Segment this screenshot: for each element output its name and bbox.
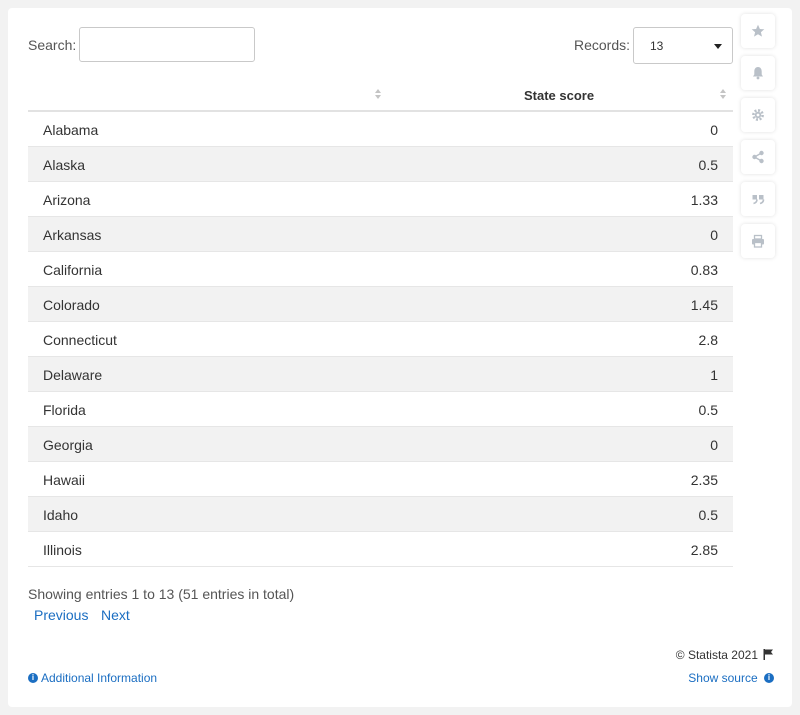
- next-link[interactable]: Next: [101, 607, 130, 623]
- chevron-down-icon: [714, 44, 722, 49]
- pagination-info: Showing entries 1 to 13 (51 entries in t…: [28, 586, 295, 602]
- state-cell: Illinois: [43, 542, 82, 558]
- score-cell: 0.83: [690, 262, 718, 278]
- table-header: State score: [28, 78, 733, 112]
- sort-state-icon[interactable]: [375, 89, 381, 101]
- table-row: Colorado 1.45: [28, 287, 733, 322]
- table-row: Florida 0.5: [28, 392, 733, 427]
- table-row: Georgia 0: [28, 427, 733, 462]
- score-cell: 1: [710, 367, 718, 383]
- show-source-link[interactable]: Show source i: [688, 671, 774, 685]
- state-cell: Delaware: [43, 367, 103, 383]
- copyright-notice: © Statista 2021: [676, 648, 774, 663]
- state-cell: Hawaii: [43, 472, 86, 488]
- score-cell: 1.33: [690, 192, 718, 208]
- print-icon: [752, 234, 764, 248]
- notification-button[interactable]: [741, 56, 775, 90]
- score-cell: 1.45: [690, 297, 718, 313]
- table-row: Connecticut 2.8: [28, 322, 733, 357]
- score-cell: 2.85: [690, 542, 718, 558]
- records-label: Records:: [574, 37, 631, 53]
- score-cell: 0: [710, 122, 718, 138]
- flag-icon[interactable]: [763, 648, 774, 663]
- star-icon: [751, 24, 765, 37]
- records-select[interactable]: 13: [633, 27, 733, 64]
- favorite-button[interactable]: [741, 14, 775, 48]
- quote-icon: [752, 195, 765, 205]
- state-cell: Alabama: [43, 122, 99, 138]
- state-cell: Colorado: [43, 297, 100, 313]
- state-cell: Arkansas: [43, 227, 102, 243]
- state-cell: California: [43, 262, 103, 278]
- table-row: California 0.83: [28, 252, 733, 287]
- table-row: Arizona 1.33: [28, 182, 733, 217]
- cite-button[interactable]: [741, 182, 775, 216]
- table-row: Delaware 1: [28, 357, 733, 392]
- copyright-text: © Statista 2021: [675, 648, 758, 662]
- toolbar: [741, 14, 781, 266]
- score-cell: 0.5: [698, 402, 718, 418]
- state-cell: Idaho: [43, 507, 79, 523]
- table-row: Alaska 0.5: [28, 147, 733, 182]
- score-cell: 2.35: [690, 472, 718, 488]
- search-input[interactable]: [79, 27, 255, 62]
- additional-information-link[interactable]: i Additional Information: [28, 671, 157, 685]
- state-cell: Georgia: [43, 437, 93, 453]
- records-value: 13: [650, 39, 664, 53]
- table-row: Hawaii 2.35: [28, 462, 733, 497]
- table-row: Arkansas 0: [28, 217, 733, 252]
- score-cell: 0.5: [698, 507, 718, 523]
- score-cell: 0: [710, 227, 718, 243]
- info-icon: i: [764, 672, 774, 683]
- info-icon: i: [28, 672, 38, 683]
- table-row: Alabama 0: [28, 112, 733, 147]
- score-cell: 0.5: [698, 157, 718, 173]
- previous-link[interactable]: Previous: [34, 607, 88, 623]
- bell-icon: [753, 67, 763, 80]
- statistic-card: Search: Records: 13 State score Alabama …: [8, 8, 792, 707]
- share-icon: [752, 150, 764, 164]
- table-row: Illinois 2.85: [28, 532, 733, 567]
- score-cell: 2.8: [698, 332, 718, 348]
- search-label: Search:: [28, 37, 77, 53]
- gear-icon: [752, 109, 764, 121]
- sort-score-icon[interactable]: [720, 89, 726, 101]
- column-header-score[interactable]: State score: [524, 88, 594, 103]
- score-cell: 0: [710, 437, 718, 453]
- print-button[interactable]: [741, 224, 775, 258]
- settings-button[interactable]: [741, 98, 775, 132]
- state-cell: Alaska: [43, 157, 86, 173]
- additional-information-label: Additional Information: [41, 671, 158, 685]
- state-cell: Florida: [43, 402, 86, 418]
- table-body: Alabama 0 Alaska 0.5 Arizona 1.33 Arkans…: [28, 112, 733, 567]
- table-row: Idaho 0.5: [28, 497, 733, 532]
- show-source-label: Show source: [688, 671, 758, 685]
- state-cell: Arizona: [43, 192, 91, 208]
- state-cell: Connecticut: [43, 332, 117, 348]
- share-button[interactable]: [741, 140, 775, 174]
